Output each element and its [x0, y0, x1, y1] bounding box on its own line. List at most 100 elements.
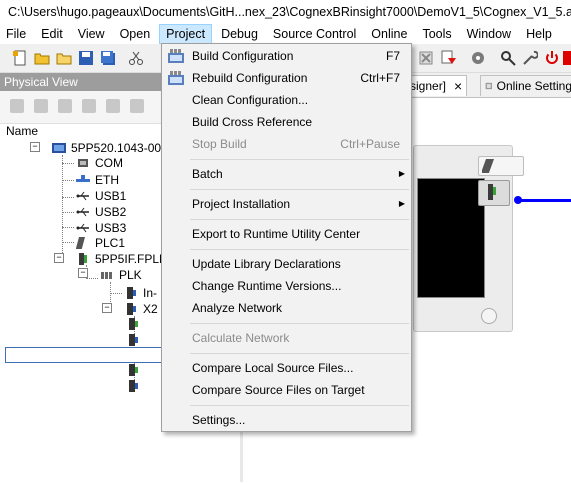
- close-icon[interactable]: ×: [454, 76, 462, 96]
- usb-icon: [76, 191, 89, 201]
- search-icon[interactable]: [500, 50, 516, 66]
- io-module-icon[interactable]: [126, 380, 140, 392]
- save-icon[interactable]: [78, 50, 94, 66]
- menu-item-compare-local-source-files[interactable]: Compare Local Source Files...: [164, 357, 409, 379]
- tree-line: [62, 242, 74, 243]
- menu-item-analyze-network[interactable]: Analyze Network: [164, 297, 409, 319]
- tree-node-plc1[interactable]: PLC1: [76, 235, 125, 251]
- menu-item-update-library-declarations[interactable]: Update Library Declarations: [164, 253, 409, 275]
- menu-view[interactable]: View: [72, 24, 111, 44]
- menu-item-export-runtime-utility-center[interactable]: Export to Runtime Utility Center: [164, 223, 409, 245]
- transfer-icon[interactable]: [440, 50, 456, 66]
- save-all-icon[interactable]: [100, 50, 116, 66]
- tree-node-label: USB1: [95, 189, 127, 203]
- view-tool-icon[interactable]: [82, 99, 96, 113]
- menu-item-label: Change Runtime Versions...: [192, 279, 342, 293]
- open-file-icon[interactable]: [56, 50, 72, 66]
- menu-window[interactable]: Window: [461, 24, 517, 44]
- menu-item-build-configuration[interactable]: Build Configuration F7: [164, 45, 409, 67]
- tree-collapse-toggle[interactable]: −: [102, 303, 112, 313]
- menu-separator: [190, 219, 409, 220]
- menu-item-label: Project Installation: [192, 197, 291, 211]
- interface-card-icon: [79, 253, 87, 265]
- menu-tools[interactable]: Tools: [416, 24, 457, 44]
- tree-node-label: 5PP520.1043-00: [71, 141, 162, 155]
- tree-node-interface[interactable]: 5PP5IF.FPLM: [76, 251, 169, 267]
- menu-item-settings[interactable]: Settings...: [164, 409, 409, 431]
- module-slot[interactable]: [478, 156, 524, 176]
- tree-node-in[interactable]: In-: [124, 285, 157, 301]
- menu-item-clean-configuration[interactable]: Clean Configuration...: [164, 89, 409, 111]
- view-tool-icon[interactable]: [10, 99, 24, 113]
- menu-open[interactable]: Open: [114, 24, 157, 44]
- tree-node-label: USB2: [95, 205, 127, 219]
- io-module-icon[interactable]: [126, 334, 140, 346]
- menu-item-calculate-network: Calculate Network: [164, 327, 409, 349]
- menu-file[interactable]: File: [0, 24, 32, 44]
- hardware-module[interactable]: [413, 145, 524, 332]
- project-menu: Build Configuration F7 Rebuild Configura…: [161, 43, 412, 432]
- tree-line: [62, 212, 74, 213]
- tools-icon[interactable]: [522, 50, 538, 66]
- usb-icon: [76, 223, 89, 233]
- tree-node-plk[interactable]: PLK: [100, 267, 142, 283]
- tree-node-label: USB3: [95, 221, 127, 235]
- view-tool-icon[interactable]: [130, 99, 144, 113]
- tree-collapse-toggle[interactable]: −: [54, 253, 64, 263]
- menu-separator: [190, 189, 409, 190]
- tree-node-com[interactable]: COM: [76, 155, 123, 171]
- tree-node-plc[interactable]: 5PP520.1043-00: [52, 140, 161, 156]
- tree-collapse-toggle[interactable]: −: [78, 268, 88, 278]
- menu-item-project-installation[interactable]: Project Installation ▶: [164, 193, 409, 215]
- tree-node-usb1[interactable]: USB1: [76, 188, 126, 204]
- cut-icon[interactable]: [128, 50, 144, 66]
- menu-source-control[interactable]: Source Control: [267, 24, 362, 44]
- menu-item-label: Build Configuration: [192, 49, 294, 63]
- tab-system-designer[interactable]: signer] ×: [405, 75, 468, 96]
- menu-item-label: Calculate Network: [192, 331, 290, 345]
- tree-collapse-toggle[interactable]: −: [30, 142, 40, 152]
- connection-wire[interactable]: [518, 199, 571, 202]
- io-module-icon[interactable]: [126, 318, 140, 330]
- menu-item-label: Compare Source Files on Target: [192, 383, 365, 397]
- menu-item-label: Clean Configuration...: [192, 93, 309, 107]
- tree-node-usb3[interactable]: USB3: [76, 220, 126, 236]
- io-module-icon[interactable]: [126, 364, 140, 376]
- menu-project[interactable]: Project: [159, 24, 213, 44]
- menu-edit[interactable]: Edit: [35, 24, 69, 44]
- module-slot[interactable]: [478, 180, 510, 206]
- tree-node-eth[interactable]: ETH: [76, 172, 119, 188]
- view-tool-icon[interactable]: [34, 99, 48, 113]
- menu-item-batch[interactable]: Batch ▶: [164, 163, 409, 185]
- tree-line: [86, 278, 98, 279]
- view-tool-icon[interactable]: [58, 99, 72, 113]
- menu-item-label: Settings...: [192, 413, 246, 427]
- menu-help[interactable]: Help: [520, 24, 558, 44]
- menu-item-label: Rebuild Configuration: [192, 71, 308, 85]
- online-settings-icon[interactable]: [470, 50, 486, 66]
- tree-node-x2[interactable]: X2: [124, 301, 158, 317]
- menu-item-label: Analyze Network: [192, 301, 283, 315]
- powerlink-icon: [101, 272, 112, 279]
- menu-item-compare-source-files-target[interactable]: Compare Source Files on Target: [164, 379, 409, 401]
- menu-online[interactable]: Online: [365, 24, 413, 44]
- usb-icon: [76, 207, 89, 217]
- help-icon[interactable]: [563, 50, 571, 66]
- new-project-icon[interactable]: [12, 50, 28, 66]
- menu-item-rebuild-configuration[interactable]: Rebuild Configuration Ctrl+F7: [164, 67, 409, 89]
- menu-debug[interactable]: Debug: [215, 24, 264, 44]
- name-column-header[interactable]: Name: [6, 124, 38, 138]
- power-icon[interactable]: [544, 50, 560, 66]
- tab-online-settings[interactable]: Online Setting: [480, 75, 571, 96]
- menu-separator: [190, 249, 409, 250]
- tree-line: [62, 155, 63, 261]
- menu-item-build-cross-reference[interactable]: Build Cross Reference: [164, 111, 409, 133]
- view-tool-icon[interactable]: [106, 99, 120, 113]
- tree-node-usb2[interactable]: USB2: [76, 204, 126, 220]
- menu-item-shortcut: Ctrl+Pause: [340, 137, 400, 151]
- tree-node-label: PLK: [119, 268, 142, 282]
- module-connector[interactable]: [481, 308, 497, 324]
- open-folder-icon[interactable]: [34, 50, 50, 66]
- delete-icon[interactable]: [418, 50, 434, 66]
- menu-item-change-runtime-versions[interactable]: Change Runtime Versions...: [164, 275, 409, 297]
